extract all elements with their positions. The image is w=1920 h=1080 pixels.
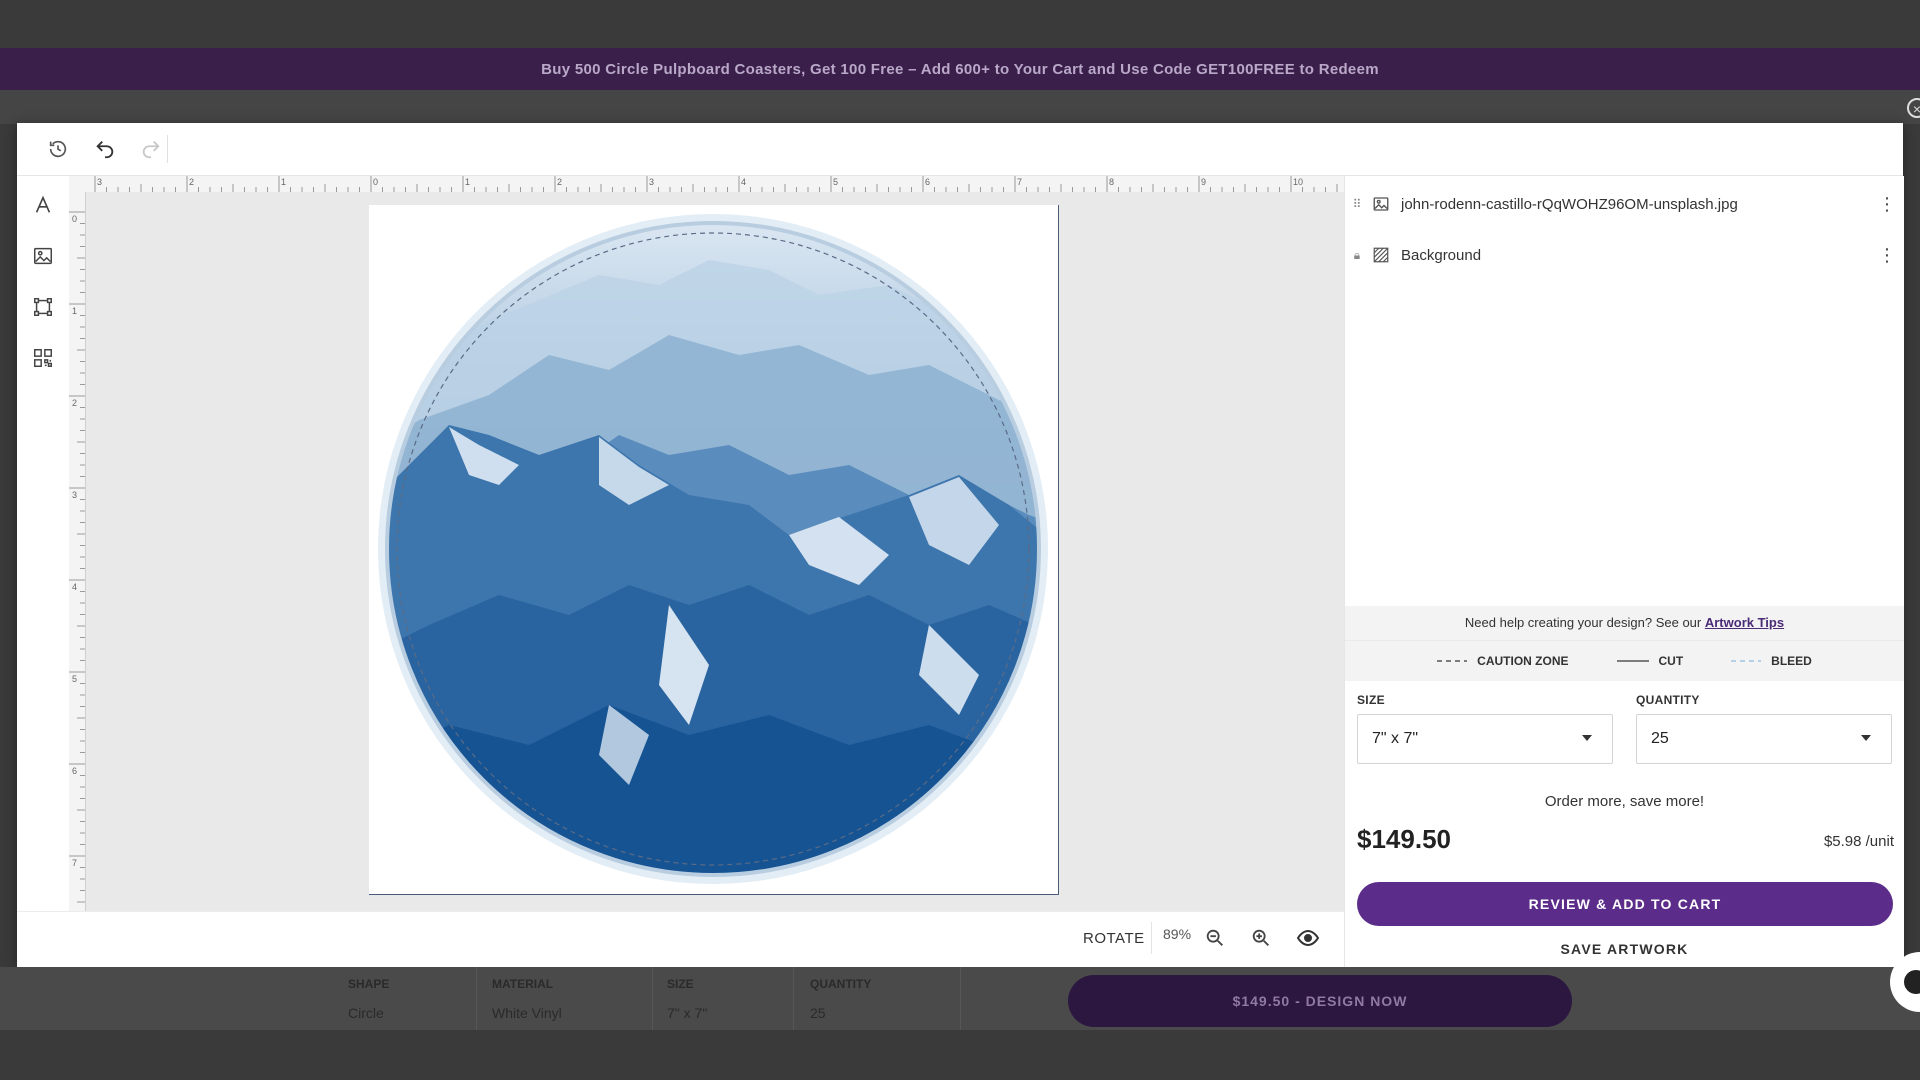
rotate-button[interactable]: ROTATE	[1083, 930, 1145, 947]
image-layer-icon	[1369, 192, 1393, 216]
shape-tool-icon[interactable]	[27, 291, 59, 323]
qr-code-tool-icon[interactable]	[27, 342, 59, 374]
promo-banner: Buy 500 Circle Pulpboard Coasters, Get 1…	[0, 48, 1920, 90]
summary-size: SIZE 7" x 7"	[667, 967, 794, 1030]
history-icon[interactable]	[44, 135, 72, 163]
ruler-label: 7	[72, 858, 77, 868]
undo-icon[interactable]	[91, 135, 119, 163]
save-more-text: Order more, save more!	[1544, 793, 1705, 810]
zoom-out-icon[interactable]	[1201, 924, 1229, 952]
legend-caution-zone: CAUTION ZONE	[1437, 654, 1569, 668]
ruler-label: 1	[72, 306, 77, 316]
save-artwork-button[interactable]: SAVE ARTWORK	[1345, 941, 1904, 957]
mountain-photo	[387, 223, 1039, 875]
unit-price: $5.98 /unit	[1823, 833, 1894, 850]
quantity-label: QUANTITY	[1636, 693, 1700, 707]
ruler-label: 3	[649, 177, 654, 187]
size-select[interactable]: 7" x 7"	[1357, 714, 1613, 764]
summary-shape: SHAPE Circle	[348, 967, 477, 1030]
ruler-label: 7	[1017, 177, 1022, 187]
legend-cut: CUT	[1616, 654, 1683, 668]
more-options-icon[interactable]: ⋮	[1878, 195, 1896, 213]
solid-line-icon	[1616, 660, 1649, 662]
help-text: Need help creating your design? See our	[1464, 615, 1705, 630]
toolbar-divider	[167, 135, 168, 163]
image-tool-icon[interactable]	[27, 240, 59, 272]
dashed-line-icon	[1437, 660, 1468, 662]
right-panel: ⠿ john-rodenn-castillo-rQqWOHZ96OM-unspl…	[1344, 176, 1904, 967]
redo-icon[interactable]	[137, 135, 165, 163]
ruler-label: 6	[925, 177, 930, 187]
ruler-label: 3	[97, 177, 102, 187]
artwork-help: Need help creating your design? See our …	[1345, 606, 1904, 640]
more-options-icon[interactable]: ⋮	[1878, 246, 1896, 264]
summary-quantity: QUANTITY 25	[810, 967, 961, 1030]
close-icon[interactable]: ×	[1907, 98, 1920, 118]
design-canvas[interactable]	[86, 192, 1360, 911]
drag-handle-icon[interactable]: ⠿	[1345, 197, 1369, 211]
text-tool-icon[interactable]	[27, 189, 59, 221]
layer-name: john-rodenn-castillo-rQqWOHZ96OM-unsplas…	[1401, 195, 1738, 213]
ruler-label: 1	[281, 177, 286, 187]
horizontal-ruler: 3 2 1 0 1 2 3 4 5 6 7 8 9 10	[69, 176, 1360, 193]
total-price: $149.50	[1357, 824, 1451, 854]
legend-bleed: BLEED	[1731, 654, 1812, 668]
size-label: SIZE	[1357, 693, 1385, 707]
ruler-label: 2	[557, 177, 562, 187]
ruler-label: 5	[72, 674, 77, 684]
ruler-label: 4	[72, 582, 77, 592]
ruler-label: 8	[1109, 177, 1114, 187]
chevron-down-icon	[1582, 735, 1592, 741]
ruler-label: 3	[72, 490, 77, 500]
preview-eye-icon[interactable]	[1294, 924, 1322, 952]
ruler-label: 10	[1293, 177, 1303, 187]
ruler-label: 2	[72, 398, 77, 408]
ruler-label: 0	[72, 214, 77, 224]
chevron-down-icon	[1861, 735, 1871, 741]
zoom-in-icon[interactable]	[1247, 924, 1275, 952]
promo-text: Buy 500 Circle Pulpboard Coasters, Get 1…	[541, 60, 1379, 78]
review-add-to-cart-button[interactable]: REVIEW & ADD TO CART	[1357, 882, 1893, 926]
ruler-label: 5	[833, 177, 838, 187]
summary-material: MATERIAL White Vinyl	[492, 967, 653, 1030]
dimmed-site-header	[0, 90, 1920, 124]
product-summary-bar: SHAPE Circle MATERIAL White Vinyl SIZE 7…	[0, 967, 1920, 1030]
ruler-label: 6	[72, 766, 77, 776]
lock-icon: 🔒︎	[1353, 247, 1361, 262]
editor-topbar	[17, 123, 1903, 176]
zoom-level: 89%	[1163, 926, 1192, 942]
artwork-tips-link[interactable]: Artwork Tips	[1705, 615, 1784, 630]
ruler-label: 0	[373, 177, 378, 187]
zoom-divider	[1151, 922, 1152, 954]
tools-sidebar	[17, 176, 69, 911]
artboard[interactable]	[369, 205, 1059, 895]
background-layer-icon	[1369, 243, 1393, 267]
design-now-button[interactable]: $149.50 - DESIGN NOW	[1068, 975, 1572, 1027]
ruler-label: 4	[741, 177, 746, 187]
guide-legend: CAUTION ZONE CUT BLEED	[1345, 640, 1904, 681]
vertical-ruler: 0 1 2 3 4 5 6 7	[69, 192, 86, 911]
ruler-label: 9	[1201, 177, 1206, 187]
design-editor-modal: 3 2 1 0 1 2 3 4 5 6 7 8 9 10 01234567 RO…	[17, 123, 1904, 968]
ruler-label: 1	[465, 177, 470, 187]
quantity-select[interactable]: 25	[1636, 714, 1892, 764]
canvas-bottom-bar: ROTATE 89%	[17, 911, 1360, 968]
layer-item-image[interactable]: ⠿ john-rodenn-castillo-rQqWOHZ96OM-unspl…	[1345, 184, 1904, 224]
layer-name: Background	[1401, 246, 1482, 264]
ruler-label: 2	[189, 177, 194, 187]
light-dashed-line-icon	[1731, 660, 1762, 662]
layer-item-background[interactable]: 🔒︎ Background ⋮	[1345, 235, 1904, 275]
